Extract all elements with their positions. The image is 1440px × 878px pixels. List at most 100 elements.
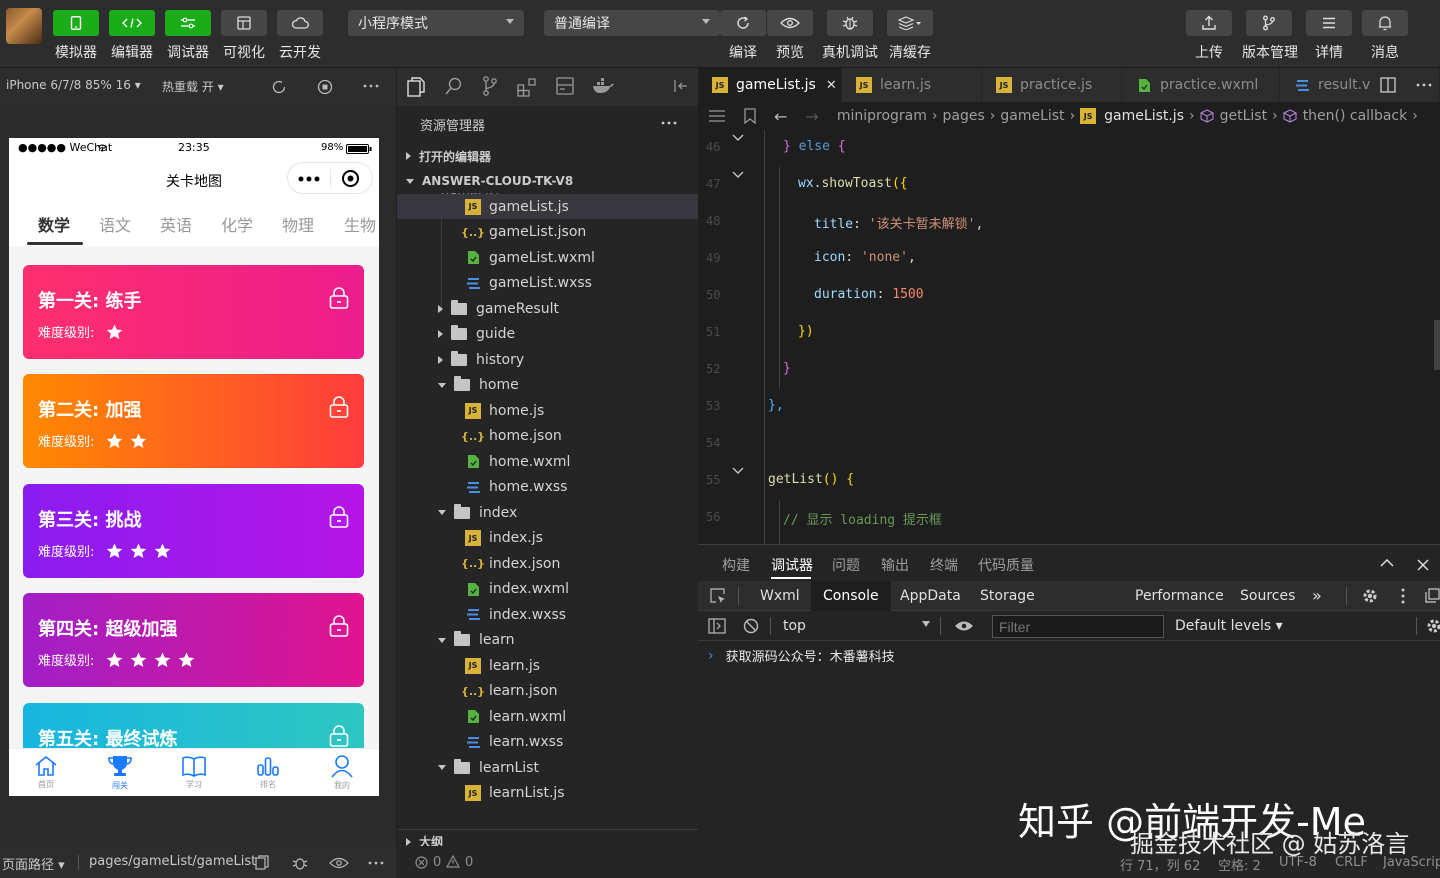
source-control-icon[interactable] <box>482 76 498 96</box>
subject-tab-chemistry[interactable]: 化学 <box>221 212 253 236</box>
capsule-more-icon[interactable] <box>298 176 320 182</box>
more-tabs-icon[interactable]: » <box>1312 581 1322 611</box>
simulator-toggle-button[interactable] <box>53 10 99 36</box>
user-avatar[interactable] <box>6 8 42 44</box>
log-levels-select[interactable]: Default levels ▾ <box>1175 618 1283 634</box>
files-icon[interactable] <box>407 77 425 97</box>
tree-file[interactable]: JS learnList.js <box>397 781 699 806</box>
tree-folder[interactable]: guide <box>397 322 699 347</box>
tree-folder[interactable]: learn <box>397 628 699 653</box>
stop-icon[interactable] <box>317 79 333 95</box>
level-card[interactable]: 第四关: 超级加强 难度级别: <box>23 593 364 687</box>
preview-button[interactable] <box>767 10 813 36</box>
tree-folder[interactable]: learnList <box>397 755 699 780</box>
subject-tab-biology[interactable]: 生物 <box>344 212 376 236</box>
devtool-tab-wxml[interactable]: Wxml <box>760 581 800 611</box>
tab-terminal[interactable]: 终端 <box>930 555 958 575</box>
breadcrumb-item[interactable]: gameList <box>1000 108 1064 124</box>
capsule-close-icon[interactable] <box>341 169 360 188</box>
bookmark-icon[interactable] <box>744 108 756 124</box>
page-path-label[interactable]: 页面路径 ▾ <box>2 854 65 873</box>
editor-tab[interactable]: practice.wxml <box>1122 68 1280 102</box>
tab-build[interactable]: 构建 <box>722 555 750 575</box>
eye-icon[interactable] <box>329 857 349 869</box>
code-editor[interactable]: 46 47 48 49 50 51 52 53 54 55 56 } else { wx.showT… <box>698 130 1440 544</box>
editor-toggle-button[interactable] <box>109 10 155 36</box>
more-icon[interactable] <box>363 84 379 88</box>
gear-icon[interactable] <box>1425 617 1440 635</box>
tree-file[interactable]: index.wxss <box>397 602 699 627</box>
debugger-toggle-button[interactable] <box>165 10 211 36</box>
remote-debug-button[interactable] <box>827 10 873 36</box>
fold-chevron-icon[interactable] <box>732 171 744 179</box>
tree-file[interactable]: JS home.js <box>397 398 699 423</box>
error-count[interactable]: 0 <box>433 855 441 870</box>
devtool-tab-console[interactable]: Console <box>811 581 891 611</box>
forward-arrow-icon[interactable]: → <box>805 107 818 126</box>
compile-button[interactable] <box>720 10 766 36</box>
tabbar-item-home[interactable]: 首页 <box>16 749 76 796</box>
split-editor-icon[interactable] <box>1380 77 1396 93</box>
tree-file[interactable]: {..} learn.json <box>397 679 699 704</box>
clear-console-icon[interactable] <box>743 618 759 634</box>
project-section[interactable]: ANSWER-CLOUD-TK-V8 <box>397 169 699 193</box>
tabbar-item-rank[interactable]: 排名 <box>238 749 298 796</box>
tree-file[interactable]: home.wxss <box>397 475 699 500</box>
editor-tab[interactable]: JS learn.js <box>842 68 982 102</box>
clear-cache-button[interactable] <box>887 10 933 36</box>
cloud-toggle-button[interactable] <box>277 10 323 36</box>
tree-file[interactable]: {..} home.json <box>397 424 699 449</box>
tabbar-item-study[interactable]: 学习 <box>164 749 224 796</box>
device-select[interactable]: iPhone 6/7/8 85% 16 ▾ <box>6 78 141 92</box>
devtool-tab-performance[interactable]: Performance <box>1135 581 1224 611</box>
level-card[interactable]: 第二关: 加强 难度级别: <box>23 374 364 468</box>
subject-tab-math[interactable]: 数学 <box>38 212 70 236</box>
tree-folder[interactable]: home <box>397 373 699 398</box>
tabbar-item-profile[interactable]: 我的 <box>312 749 372 796</box>
devtool-tab-storage[interactable]: Storage <box>980 581 1035 611</box>
visual-toggle-button[interactable] <box>221 10 267 36</box>
devtool-tab-appdata[interactable]: AppData <box>900 581 961 611</box>
breadcrumb-item[interactable]: then() callback <box>1303 108 1408 124</box>
hot-reload-select[interactable]: 热重载 开 ▾ <box>162 78 224 95</box>
close-icon[interactable] <box>1417 559 1429 571</box>
open-editors-section[interactable]: 打开的编辑器 <box>397 144 699 168</box>
warning-icon[interactable] <box>446 855 460 868</box>
extensions-icon[interactable] <box>517 77 537 97</box>
breadcrumb-item[interactable]: getList <box>1220 108 1267 124</box>
level-card[interactable]: 第一关: 练手 难度级别: <box>23 265 364 359</box>
close-tab-icon[interactable]: ✕ <box>826 78 837 93</box>
tree-file[interactable]: JS learn.js <box>397 653 699 678</box>
editor-tab[interactable]: JS gameList.js ✕ <box>698 68 842 102</box>
fold-chevron-icon[interactable] <box>732 467 744 475</box>
rotate-icon[interactable] <box>271 79 287 95</box>
undock-icon[interactable] <box>1425 588 1440 603</box>
vertical-more-icon[interactable] <box>1401 588 1405 604</box>
storage-icon[interactable] <box>556 77 574 95</box>
search-icon[interactable] <box>445 77 463 95</box>
editor-scrollbar[interactable] <box>1434 320 1440 370</box>
list-icon[interactable] <box>708 109 726 123</box>
tree-file[interactable]: learn.wxss <box>397 730 699 755</box>
tree-file[interactable]: JS index.js <box>397 526 699 551</box>
tree-file[interactable]: index.wxml <box>397 577 699 602</box>
tree-file[interactable]: {..} gameList.json <box>397 220 699 245</box>
chevron-up-icon[interactable] <box>1380 559 1394 567</box>
tabbar-item-levels[interactable]: 闯关 <box>90 749 150 796</box>
tab-output[interactable]: 输出 <box>881 555 909 575</box>
gear-icon[interactable] <box>1361 587 1379 605</box>
tree-folder[interactable]: gameResult <box>397 296 699 321</box>
collapse-panel-icon[interactable] <box>673 79 689 93</box>
tree-file[interactable]: home.wxml <box>397 449 699 474</box>
context-select[interactable]: top <box>783 618 806 634</box>
tree-file[interactable]: JS gameList.js <box>397 194 699 219</box>
tab-debugger[interactable]: 调试器 <box>771 555 813 575</box>
breadcrumb-item[interactable]: miniprogram <box>837 108 927 124</box>
chevron-right-icon[interactable]: › <box>708 648 714 664</box>
subject-tab-physics[interactable]: 物理 <box>282 212 314 236</box>
mode-select[interactable]: 小程序模式 <box>348 10 524 36</box>
docker-icon[interactable] <box>592 78 614 94</box>
editor-tab[interactable]: JS practice.js <box>982 68 1122 102</box>
compile-select[interactable]: 普通编译 <box>544 10 720 36</box>
tree-file[interactable]: gameList.wxml <box>397 245 699 270</box>
